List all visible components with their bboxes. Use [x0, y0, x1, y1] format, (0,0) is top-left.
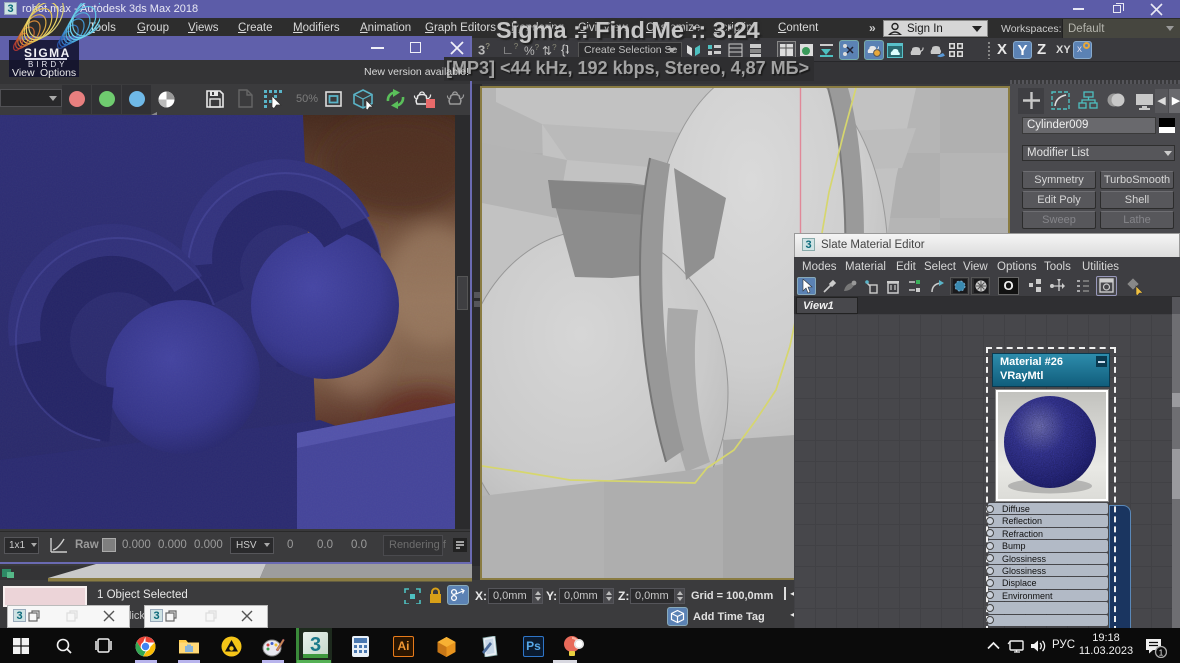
svg-text:1: 1 — [1159, 648, 1164, 658]
